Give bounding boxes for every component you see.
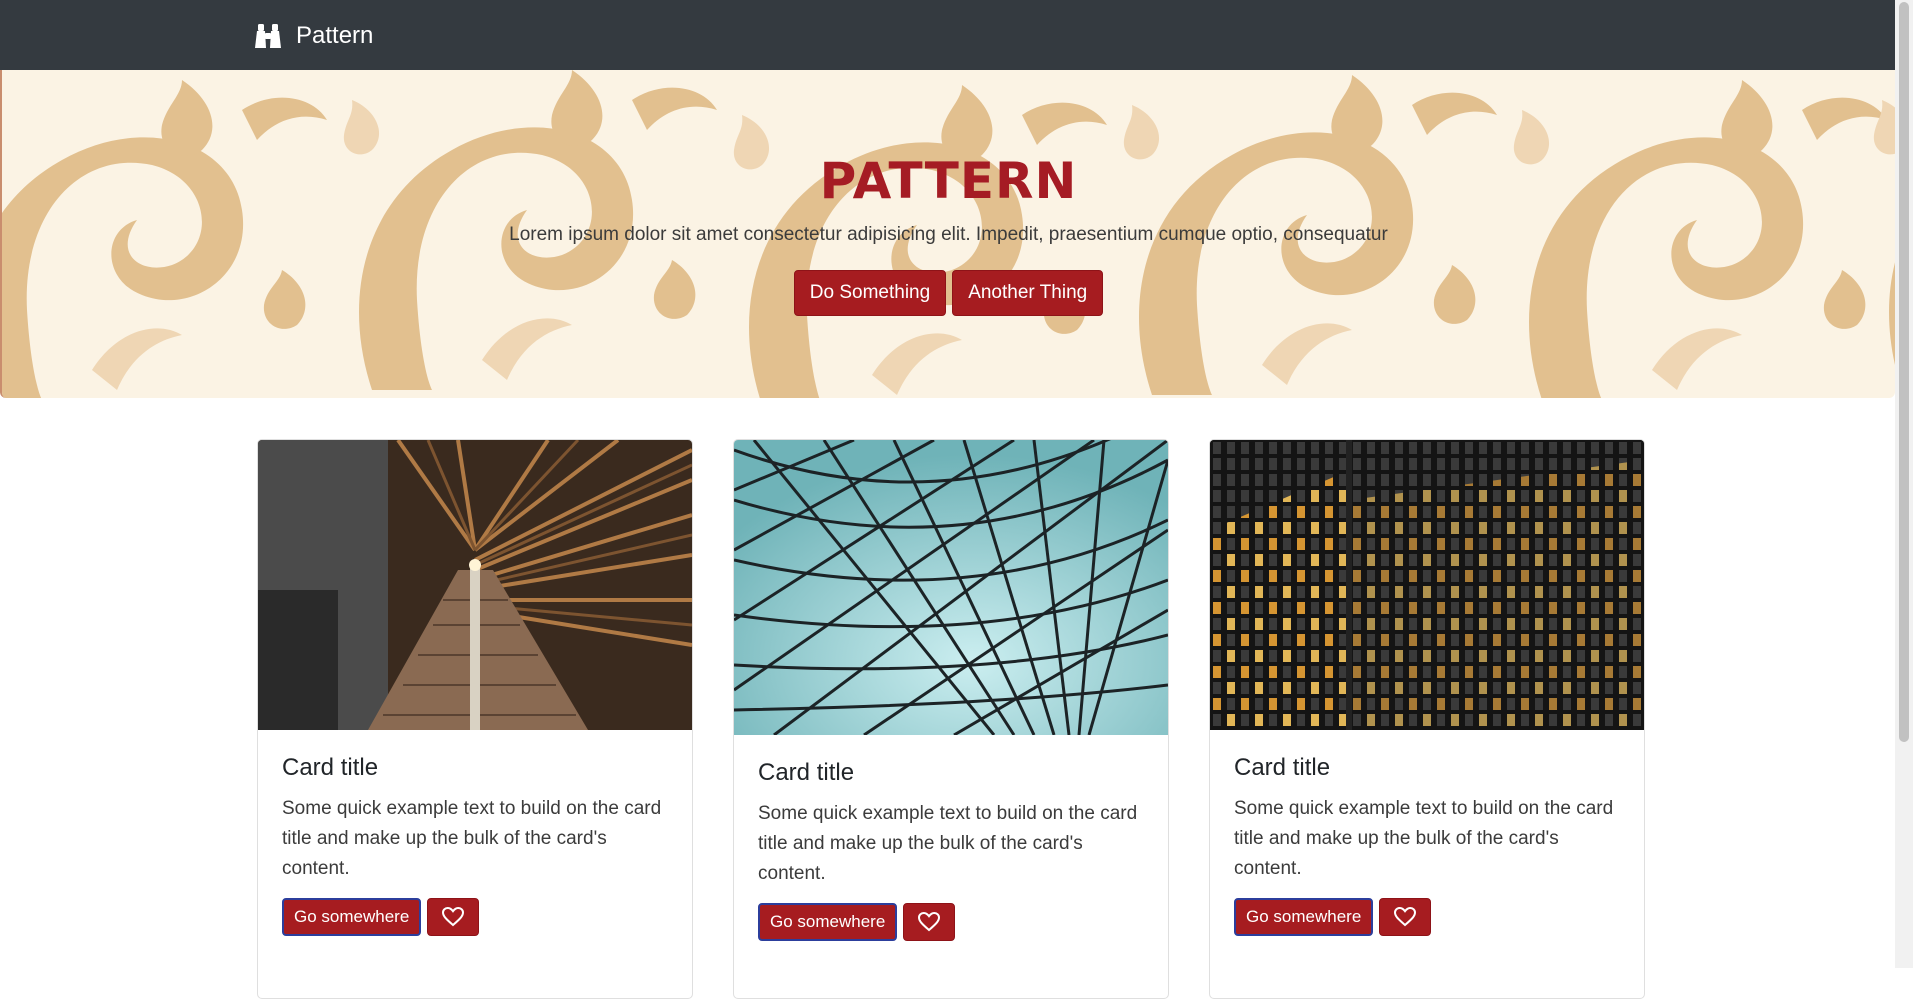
favorite-button[interactable] <box>1379 898 1432 936</box>
brand-name: Pattern <box>296 22 374 49</box>
hero-actions: Do Something Another Thing <box>2 270 1895 316</box>
another-thing-button[interactable]: Another Thing <box>952 270 1104 316</box>
do-something-button[interactable]: Do Something <box>793 270 947 316</box>
hero-content: PATTERN Lorem ipsum dolor sit amet conse… <box>2 70 1895 398</box>
card-2-body: Card title Some quick example text to bu… <box>734 735 1168 941</box>
card-actions: Go somewhere <box>1234 898 1620 936</box>
card-actions: Go somewhere <box>758 903 1144 941</box>
heart-icon <box>918 912 941 932</box>
favorite-button[interactable] <box>903 903 956 941</box>
hero-title: PATTERN <box>819 152 1078 210</box>
card-text: Some quick example text to build on the … <box>1234 798 1614 879</box>
vertical-scrollbar[interactable] <box>1895 0 1913 968</box>
binoculars-icon <box>255 24 281 48</box>
card-3-body: Card title Some quick example text to bu… <box>1210 730 1644 936</box>
card-title: Card title <box>758 759 855 786</box>
heart-icon <box>1394 907 1417 927</box>
card-3: Card title Some quick example text to bu… <box>1209 439 1645 999</box>
hero-jumbotron: PATTERN Lorem ipsum dolor sit amet conse… <box>0 70 1895 398</box>
heart-icon <box>442 907 465 927</box>
scrollbar-thumb[interactable] <box>1899 2 1909 742</box>
card-1: Card title Some quick example text to bu… <box>257 439 693 999</box>
card-text: Some quick example text to build on the … <box>282 798 662 879</box>
card-title: Card title <box>1234 754 1331 781</box>
go-somewhere-button[interactable]: Go somewhere <box>282 898 422 936</box>
card-text: Some quick example text to build on the … <box>758 803 1138 884</box>
card-1-body: Card title Some quick example text to bu… <box>258 730 692 936</box>
brand-link[interactable]: Pattern <box>254 18 373 54</box>
card-image-stairs <box>258 440 692 730</box>
card-image-glass-roof <box>734 440 1168 735</box>
favorite-button[interactable] <box>427 898 480 936</box>
card-2: Card title Some quick example text to bu… <box>733 439 1169 999</box>
top-navbar: Pattern <box>0 0 1895 70</box>
card-actions: Go somewhere <box>282 898 668 936</box>
go-somewhere-button[interactable]: Go somewhere <box>1234 898 1374 936</box>
go-somewhere-button[interactable]: Go somewhere <box>758 903 898 941</box>
hero-lead-text: Lorem ipsum dolor sit amet consectetur a… <box>509 224 1388 245</box>
card-image-building <box>1210 440 1644 730</box>
card-title: Card title <box>282 754 379 781</box>
